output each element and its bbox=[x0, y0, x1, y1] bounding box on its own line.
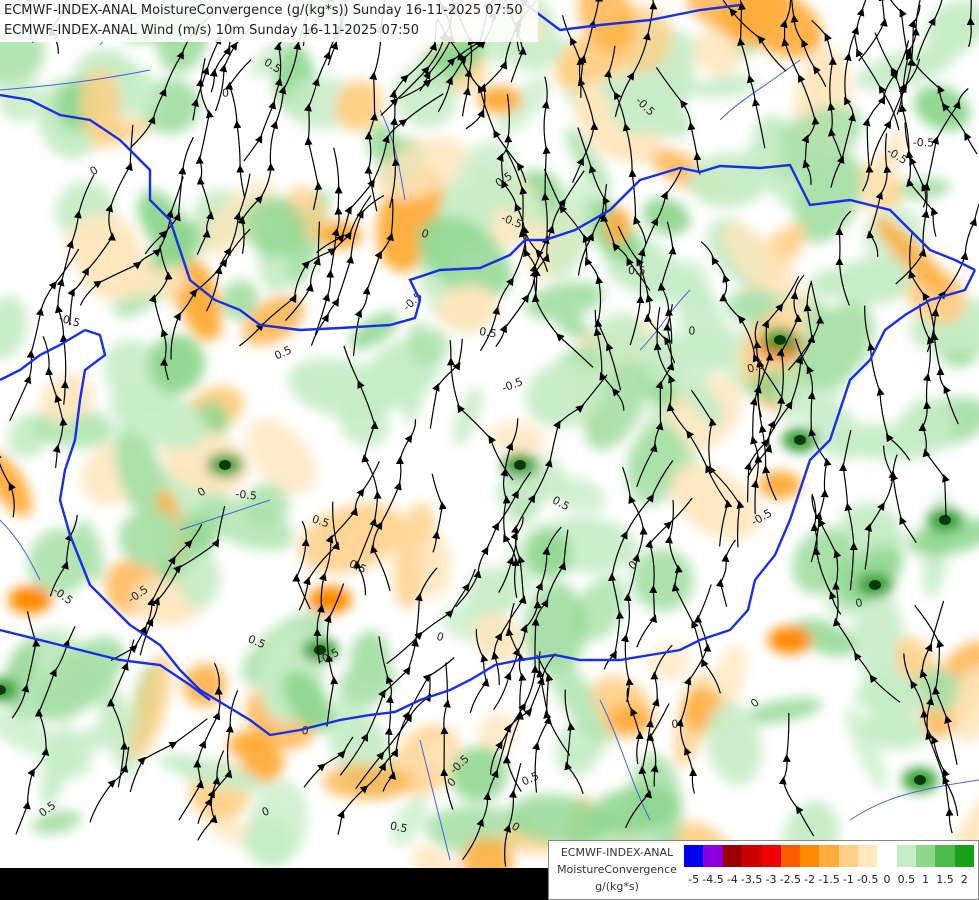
contour-label: 0 bbox=[671, 717, 679, 731]
legend-tick-label: -3 bbox=[765, 873, 777, 886]
legend-tick-label: -1.5 bbox=[818, 873, 840, 886]
legend-tick-label: 0 bbox=[883, 873, 891, 886]
contour-label: -0.5 bbox=[235, 488, 258, 503]
divergence-area bbox=[80, 68, 121, 144]
legend-tick-label: -4 bbox=[726, 873, 738, 886]
legend-swatch bbox=[819, 845, 839, 867]
strong-divergence-area bbox=[608, 706, 652, 734]
legend-swatch bbox=[877, 845, 897, 867]
legend-swatch bbox=[741, 845, 762, 867]
map-header: ECMWF-INDEX-ANAL MoistureConvergence (g/… bbox=[0, 0, 538, 42]
legend-unit: g/(kg*s) bbox=[595, 880, 639, 893]
legend-tick-label: -2 bbox=[804, 873, 816, 886]
legend-swatch bbox=[857, 845, 878, 867]
convergence-core bbox=[219, 460, 231, 470]
legend-swatch bbox=[722, 845, 742, 867]
legend-parameter: MoistureConvergence bbox=[557, 863, 677, 876]
legend-swatch bbox=[703, 845, 723, 867]
bottom-black-band bbox=[0, 868, 548, 900]
legend-tick-label: -4.5 bbox=[702, 873, 724, 886]
convergence-core bbox=[914, 775, 926, 785]
convergence-core bbox=[774, 335, 786, 345]
legend-tick-label: 1 bbox=[922, 873, 930, 886]
legend-swatch bbox=[896, 845, 916, 867]
legend-swatch bbox=[761, 845, 781, 867]
header-moisture-title: ECMWF-INDEX-ANAL MoistureConvergence (g/… bbox=[4, 3, 523, 18]
color-legend: ECMWF-INDEX-ANAL MoistureConvergence g/(… bbox=[548, 840, 979, 900]
legend-tick-label: -0.5 bbox=[856, 873, 879, 886]
contour-label: 0 bbox=[688, 324, 695, 337]
legend-tick-label: -2.5 bbox=[779, 873, 802, 886]
legend-swatch bbox=[915, 845, 936, 867]
legend-swatch bbox=[780, 845, 800, 867]
contour-label: 0.5 bbox=[478, 325, 497, 341]
legend-tick-label: 1.5 bbox=[936, 873, 954, 886]
convergence-core bbox=[939, 515, 951, 525]
weather-map: 00.5-0.50-0.5 0.50-0.50.50-0.50.500.5-0.5… bbox=[0, 0, 979, 900]
legend-tick-label: 0.5 bbox=[897, 873, 916, 886]
strong-divergence-area bbox=[308, 586, 352, 614]
strong-divergence-area bbox=[8, 586, 52, 614]
strong-divergence-area bbox=[228, 731, 272, 759]
contour-label: 0.5 bbox=[628, 264, 646, 277]
legend-swatch bbox=[799, 845, 820, 867]
strong-divergence-area bbox=[768, 626, 812, 654]
legend-tick-label: 2 bbox=[960, 873, 968, 886]
legend-swatch bbox=[684, 845, 704, 867]
convergence-core bbox=[514, 460, 526, 470]
strong-divergence-area bbox=[318, 221, 362, 249]
legend-ticks: -5 -4.5 -4 -3.5 -3 -2.5 -2 -1.5 -1 -0.5 0 0.5 1 1.5 2 bbox=[684, 873, 974, 887]
legend-model: ECMWF-INDEX-ANAL bbox=[560, 846, 674, 859]
legend-tick-label: -5 bbox=[688, 873, 700, 886]
strong-divergence-area bbox=[758, 471, 802, 499]
legend-swatch bbox=[954, 845, 974, 867]
contour-label: -0.5 bbox=[913, 136, 935, 149]
contour-label: 0 bbox=[222, 87, 229, 100]
convergence-core bbox=[794, 435, 806, 445]
legend-swatch bbox=[935, 845, 955, 867]
header-wind-title: ECMWF-INDEX-ANAL Wind (m/s) 10m Sunday 1… bbox=[4, 23, 420, 38]
legend-color-bar bbox=[684, 845, 974, 867]
legend-tick-label: -1 bbox=[842, 873, 854, 886]
legend-swatch bbox=[838, 845, 858, 867]
convergence-core bbox=[869, 580, 881, 590]
legend-tick-label: -3.5 bbox=[740, 873, 763, 886]
